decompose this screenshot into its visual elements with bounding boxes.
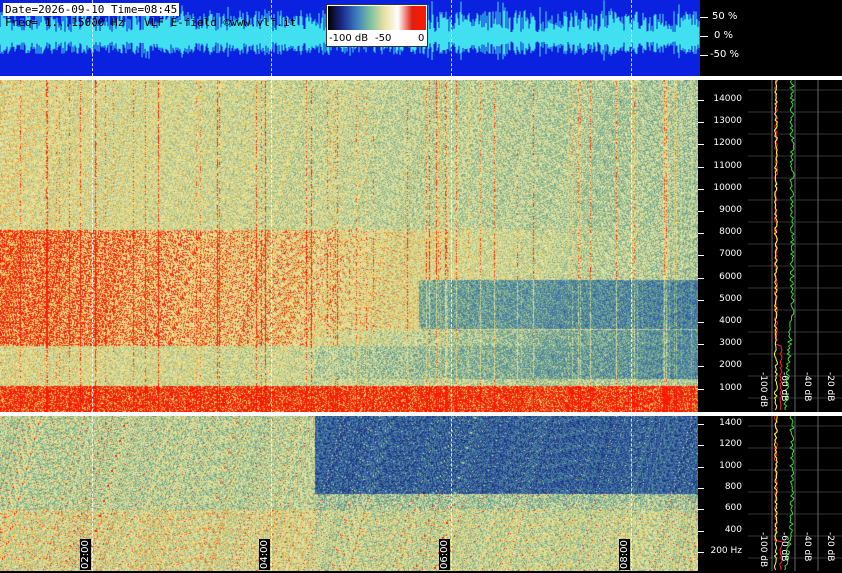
frequency-label: 13000 — [713, 116, 742, 127]
frequency-label: 8000 — [719, 227, 742, 238]
profile-db-label: -100 dB — [758, 372, 768, 408]
frequency-label: 800 — [724, 481, 742, 492]
frequency-label: 3000 — [719, 338, 742, 349]
frequency-label: 1000 — [719, 382, 742, 393]
profile-trace — [783, 80, 795, 411]
frequency-label: 1400 — [719, 418, 742, 428]
frequency-label: 9000 — [719, 205, 742, 215]
spectrogram-upper-image — [0, 80, 698, 412]
frequency-label: 2000 — [719, 360, 742, 371]
color-scale-tick: 0 — [418, 33, 425, 44]
waveform-axis-label: -50 % — [710, 49, 740, 60]
waveform-time-marker — [271, 0, 272, 76]
color-scale-bar — [328, 6, 426, 30]
profile-db-label: -20 dB — [825, 372, 835, 402]
spectrogram-lower-image — [0, 416, 698, 571]
frequency-label: 1200 — [719, 439, 742, 450]
profile-db-label: -60 dB — [779, 372, 789, 402]
profile-db-label: -100 dB — [758, 532, 768, 568]
waveform-axis-label: 50 % — [712, 11, 738, 22]
axis-tick — [700, 55, 708, 56]
profile-db-label: -40 dB — [802, 372, 812, 402]
frequency-label: 7000 — [719, 249, 742, 260]
color-scale-tick: -50 — [375, 33, 392, 44]
spectrogram-lower — [0, 416, 698, 571]
frequency-axis-upper: 14000 13000 12000 11000 10000 9000 8000 7000 600… — [698, 80, 748, 412]
time-label: 04:00 — [259, 539, 270, 570]
time-marker-line — [92, 80, 93, 571]
frequency-label: 4000 — [719, 316, 742, 326]
frequency-label: 400 — [724, 524, 742, 535]
waveform-axis-label: 0 % — [714, 30, 734, 41]
color-scale: -100 dB -50 0 — [326, 4, 428, 47]
profile-db-label: -60 dB — [779, 532, 789, 562]
waveform-time-marker — [631, 0, 632, 76]
waveform-axis: 50 % 0 % -50 % — [700, 0, 842, 76]
frequency-label: 6000 — [719, 271, 742, 282]
frequency-label: 11000 — [713, 160, 742, 171]
waveform-time-marker — [92, 0, 93, 76]
frequency-label: 14000 — [713, 94, 742, 104]
profile-db-label: -40 dB — [802, 532, 812, 562]
axis-tick — [700, 17, 708, 18]
spectrum-profile-upper — [748, 80, 842, 412]
frequency-label: 10000 — [713, 182, 742, 193]
time-marker-line — [271, 80, 272, 571]
frequency-label: 200 Hz — [710, 545, 742, 556]
frequency-label: 1000 — [719, 460, 742, 471]
frequency-label: 12000 — [713, 138, 742, 149]
waveform-time-marker — [451, 0, 452, 76]
frequency-axis-lower: 1400 1200 1000 800 600 400 200 Hz — [698, 416, 748, 571]
time-marker-line — [451, 80, 452, 571]
spectrogram-upper — [0, 80, 698, 412]
frequency-label: 600 — [724, 503, 742, 514]
time-label: 06:00 — [439, 539, 450, 570]
frequency-label: 5000 — [719, 293, 742, 304]
profile-trace — [773, 80, 779, 411]
axis-tick — [700, 36, 708, 37]
frequency-header: Freq= 1...15000 Hz VLF E-field ©www.vlf.… — [5, 16, 297, 29]
profile-db-label: -20 dB — [825, 532, 835, 562]
color-scale-tick: -100 dB — [329, 33, 369, 44]
time-marker-line — [631, 80, 632, 571]
time-label: 02:00 — [80, 539, 91, 570]
time-label: 08:00 — [619, 539, 630, 570]
